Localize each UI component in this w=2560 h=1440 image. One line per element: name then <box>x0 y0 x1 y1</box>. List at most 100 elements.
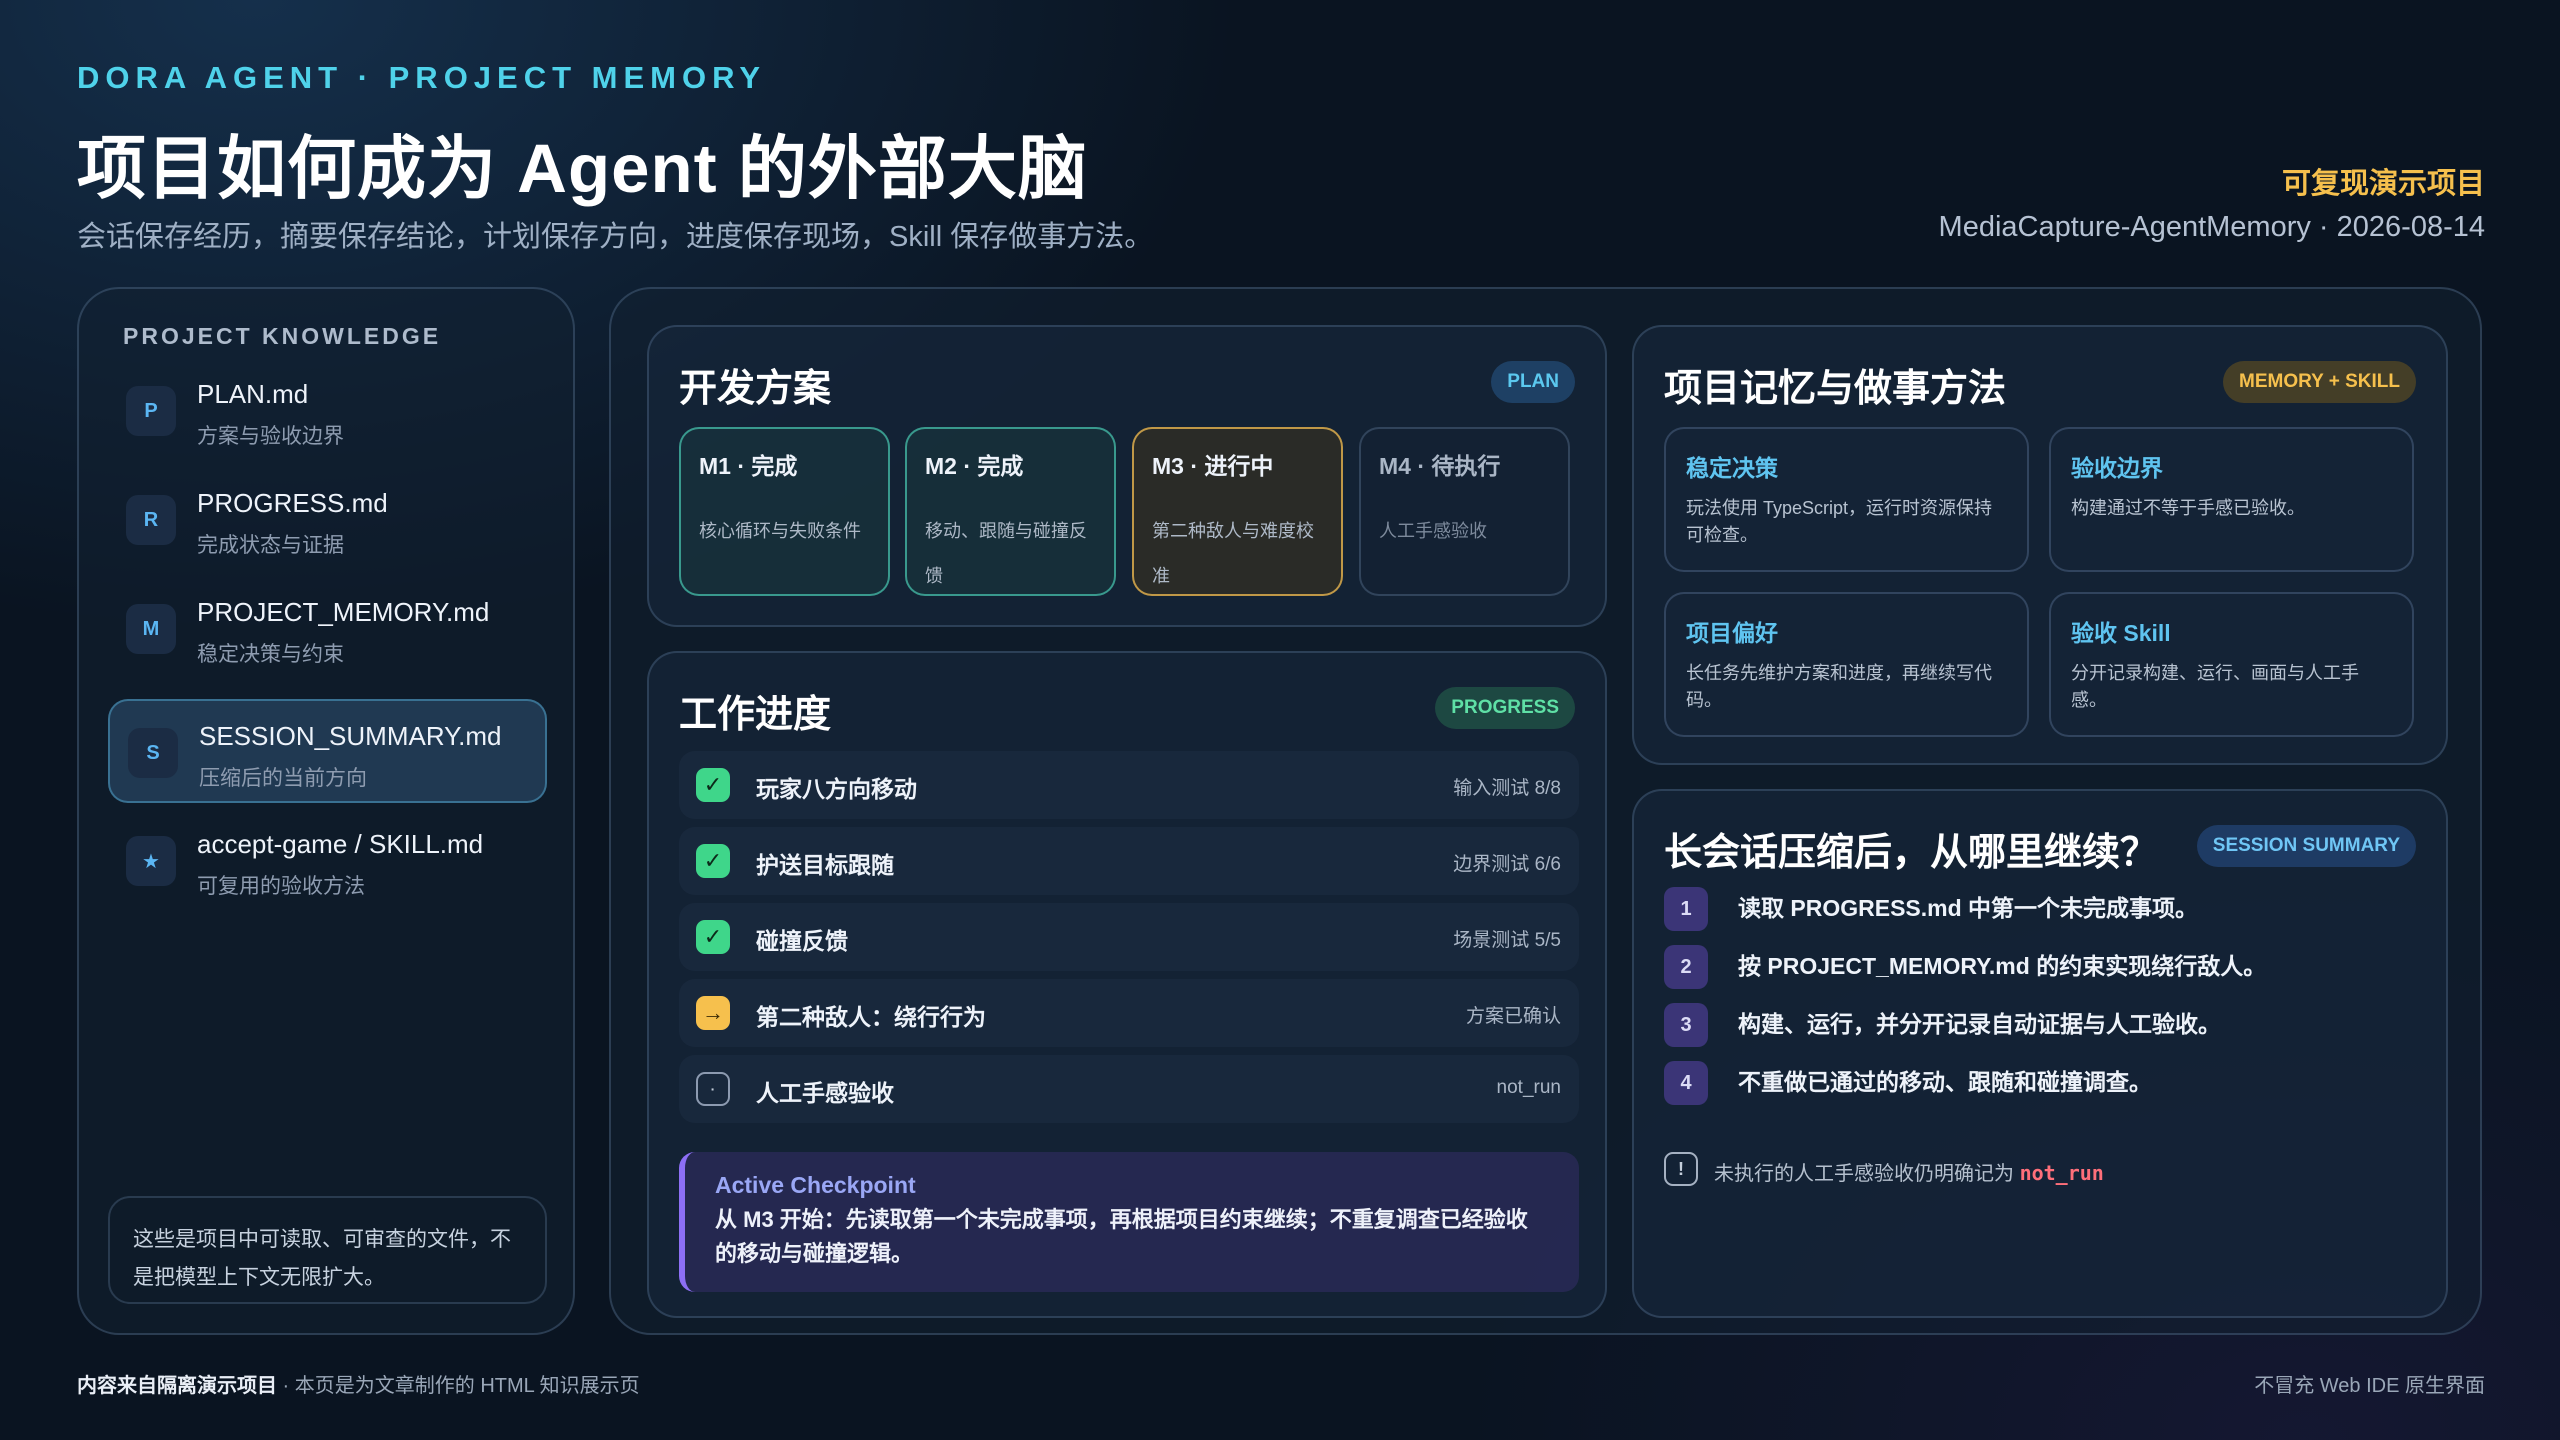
check-icon: ✓ <box>696 844 730 878</box>
file-name: PLAN.md <box>197 379 309 409</box>
step-text: 不重做已通过的移动、跟随和碰撞调查。 <box>1738 1069 2152 1095</box>
step-text: 读取 PROGRESS.md 中第一个未完成事项。 <box>1738 895 2199 921</box>
progress-file-icon: R <box>126 495 176 545</box>
milestone-desc: 核心循环与失败条件 <box>699 521 861 541</box>
step-number: 3 <box>1664 1003 1708 1047</box>
task-status: 方案已确认 <box>1465 1006 1561 1027</box>
footer-left: 内容来自隔离演示项目 · 本页是为文章制作的 HTML 知识展示页 <box>77 1369 640 1398</box>
task-row[interactable]: → 第二种敌人：绕行行为 方案已确认 <box>679 979 1579 1047</box>
file-name: accept-game / SKILL.md <box>197 829 484 859</box>
sidebar-item-progress[interactable]: R PROGRESS.md 完成状态与证据 <box>108 468 547 572</box>
milestone-desc: 人工手感验收 <box>1379 521 1487 541</box>
plan-title: 开发方案 <box>679 368 832 410</box>
checkpoint-text: 从 M3 开始：先读取第一个未完成事项，再根据项目约束继续；不重复调查已经验收的… <box>715 1207 1528 1266</box>
memory-item-decision: 稳定决策 玩法使用 TypeScript，运行时资源保持可检查。 <box>1664 427 2029 572</box>
memory-item-preference: 项目偏好 长任务先维护方案和进度，再继续写代码。 <box>1664 592 2029 737</box>
file-name: PROJECT_MEMORY.md <box>197 597 490 627</box>
alert-icon: ! <box>1664 1152 1698 1186</box>
file-desc: 方案与验收边界 <box>197 425 344 448</box>
step-text: 构建、运行，并分开记录自动证据与人工验收。 <box>1738 1011 2221 1037</box>
milestone-title: M4 · 待执行 <box>1379 453 1501 479</box>
pending-dot-icon: · <box>696 1072 730 1106</box>
memory-item-title: 稳定决策 <box>1686 455 1778 481</box>
note-label: 未执行的人工手感验收仍明确记为 <box>1714 1163 2014 1185</box>
memory-item-desc: 长任务先维护方案和进度，再继续写代码。 <box>1686 663 1992 710</box>
memory-item-boundary: 验收边界 构建通过不等于手感已验收。 <box>2049 427 2414 572</box>
task-status: 场景测试 5/5 <box>1453 930 1561 951</box>
task-status: 输入测试 8/8 <box>1453 778 1561 799</box>
task-status: not_run <box>1496 1077 1561 1098</box>
check-icon: ✓ <box>696 768 730 802</box>
task-row[interactable]: ✓ 碰撞反馈 场景测试 5/5 <box>679 903 1579 971</box>
progress-badge: PROGRESS <box>1435 687 1575 729</box>
task-label: 人工手感验收 <box>756 1080 894 1106</box>
memory-item-desc: 分开记录构建、运行、画面与人工手感。 <box>2071 663 2359 710</box>
file-desc: 压缩后的当前方向 <box>199 767 367 790</box>
milestone-title: M2 · 完成 <box>925 453 1024 479</box>
footer-description: · 本页是为文章制作的 HTML 知识展示页 <box>277 1375 640 1397</box>
file-name: SESSION_SUMMARY.md <box>199 721 502 751</box>
sidebar-item-plan[interactable]: P PLAN.md 方案与验收边界 <box>108 359 547 463</box>
task-status: 边界测试 6/6 <box>1453 854 1561 875</box>
sidebar-title: PROJECT KNOWLEDGE <box>123 323 442 349</box>
main-panel: 开发方案 PLAN M1 · 完成 核心循环与失败条件 M2 · 完成 移动、跟… <box>609 287 2482 1335</box>
session-card: 长会话压缩后，从哪里继续？ SESSION SUMMARY 1 读取 PROGR… <box>1632 789 2448 1318</box>
milestone-desc: 第二种敌人与难度校准 <box>1152 521 1314 586</box>
memory-title: 项目记忆与做事方法 <box>1664 368 2007 410</box>
file-name: PROGRESS.md <box>197 488 388 518</box>
session-title: 长会话压缩后，从哪里继续？ <box>1664 832 2159 874</box>
checkpoint-title: Active Checkpoint <box>715 1172 916 1198</box>
step-number: 2 <box>1664 945 1708 989</box>
sidebar-item-skill[interactable]: ★ accept-game / SKILL.md 可复用的验收方法 <box>108 809 547 913</box>
note-code: not_run <box>2019 1161 2104 1185</box>
step-number: 1 <box>1664 887 1708 931</box>
step-text: 按 PROJECT_MEMORY.md 的约束实现绕行敌人。 <box>1738 953 2267 979</box>
sidebar-item-project-memory[interactable]: M PROJECT_MEMORY.md 稳定决策与约束 <box>108 577 547 681</box>
task-label: 护送目标跟随 <box>756 852 894 878</box>
memory-item-title: 验收边界 <box>2071 455 2163 481</box>
progress-title: 工作进度 <box>679 694 832 736</box>
plan-file-icon: P <box>126 386 176 436</box>
active-checkpoint: Active Checkpoint 从 M3 开始：先读取第一个未完成事项，再根… <box>679 1152 1579 1292</box>
memory-item-desc: 玩法使用 TypeScript，运行时资源保持可检查。 <box>1686 498 1993 545</box>
step-number: 4 <box>1664 1061 1708 1105</box>
task-label: 第二种敌人：绕行行为 <box>756 1004 986 1030</box>
footer-source: 内容来自隔离演示项目 <box>77 1375 277 1397</box>
star-icon: ★ <box>126 836 176 886</box>
task-row[interactable]: · 人工手感验收 not_run <box>679 1055 1579 1123</box>
milestone-m2[interactable]: M2 · 完成 移动、跟随与碰撞反馈 <box>905 427 1116 596</box>
page-subtitle: 会话保存经历，摘要保存结论，计划保存方向，进度保存现场，Skill 保存做事方法… <box>77 221 1154 253</box>
plan-card: 开发方案 PLAN M1 · 完成 核心循环与失败条件 M2 · 完成 移动、跟… <box>647 325 1607 627</box>
milestone-m1[interactable]: M1 · 完成 核心循环与失败条件 <box>679 427 890 596</box>
memory-item-title: 项目偏好 <box>1686 620 1778 646</box>
memory-item-skill: 验收 Skill 分开记录构建、运行、画面与人工手感。 <box>2049 592 2414 737</box>
file-desc: 可复用的验收方法 <box>197 875 365 898</box>
eyebrow-label: DORA AGENT · PROJECT MEMORY <box>77 60 767 95</box>
sidebar-item-session-summary[interactable]: S SESSION_SUMMARY.md 压缩后的当前方向 <box>108 699 547 803</box>
milestone-desc: 移动、跟随与碰撞反馈 <box>925 521 1087 586</box>
project-knowledge-sidebar: PROJECT KNOWLEDGE P PLAN.md 方案与验收边界 R PR… <box>77 287 575 1335</box>
file-desc: 完成状态与证据 <box>197 534 344 557</box>
note-text: 未执行的人工手感验收仍明确记为 not_run <box>1714 1157 2104 1186</box>
task-label: 玩家八方向移动 <box>756 776 917 802</box>
memory-item-title: 验收 Skill <box>2071 620 2171 646</box>
footer-right: 不冒充 Web IDE 原生界面 <box>2254 1375 2485 1397</box>
milestone-m4[interactable]: M4 · 待执行 人工手感验收 <box>1359 427 1570 596</box>
milestone-m3[interactable]: M3 · 进行中 第二种敌人与难度校准 <box>1132 427 1343 596</box>
task-row[interactable]: ✓ 玩家八方向移动 输入测试 8/8 <box>679 751 1579 819</box>
session-file-icon: S <box>128 728 178 778</box>
session-badge: SESSION SUMMARY <box>2196 825 2416 867</box>
file-desc: 稳定决策与约束 <box>197 643 344 666</box>
memory-item-desc: 构建通过不等于手感已验收。 <box>2071 498 2305 518</box>
page-title: 项目如何成为 Agent 的外部大脑 <box>77 130 1088 207</box>
check-icon: ✓ <box>696 920 730 954</box>
sidebar-note: 这些是项目中可读取、可审查的文件，不是把模型上下文无限扩大。 <box>108 1196 547 1304</box>
task-row[interactable]: ✓ 护送目标跟随 边界测试 6/6 <box>679 827 1579 895</box>
memory-card: 项目记忆与做事方法 MEMORY + SKILL 稳定决策 玩法使用 TypeS… <box>1632 325 2448 765</box>
memory-badge: MEMORY + SKILL <box>2223 361 2416 403</box>
progress-card: 工作进度 PROGRESS ✓ 玩家八方向移动 输入测试 8/8 ✓ 护送目标跟… <box>647 651 1607 1318</box>
milestone-title: M1 · 完成 <box>699 453 798 479</box>
task-label: 碰撞反馈 <box>756 928 848 954</box>
project-meta: MediaCapture-AgentMemory · 2026-08-14 <box>1938 211 2485 243</box>
plan-badge: PLAN <box>1491 361 1575 403</box>
